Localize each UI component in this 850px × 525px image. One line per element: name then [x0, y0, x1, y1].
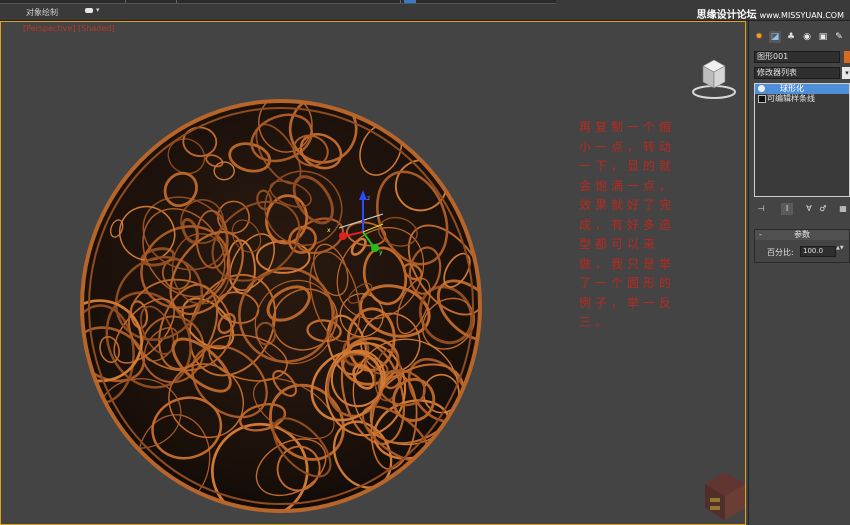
collapse-icon: -	[759, 230, 762, 239]
object-name-field[interactable]: 图形001	[754, 51, 840, 63]
object-paint-toggle[interactable]: ▾	[85, 6, 105, 15]
ribbon-active-marker	[404, 0, 416, 3]
ribbon-divider	[400, 0, 401, 3]
show-end-result-icon[interactable]: I	[781, 203, 793, 215]
modifier-list-dropdown[interactable]: 修改器列表	[754, 67, 840, 79]
rollout-header[interactable]: - 参数	[755, 230, 849, 240]
chevron-down-icon[interactable]: ▾	[842, 67, 850, 79]
spinner-icon[interactable]: ▲▼	[836, 246, 844, 257]
stack-item-label: 可编辑样条线	[767, 94, 815, 103]
modify-tab-icon[interactable]: ◪	[769, 31, 781, 43]
ribbon-divider	[125, 0, 126, 3]
svg-text:y: y	[379, 249, 383, 256]
wire-sphere-render	[80, 99, 482, 513]
expand-box-icon[interactable]	[758, 95, 766, 103]
stack-item-spherify[interactable]: 球形化	[755, 84, 849, 94]
stack-toolbar: ⊣ I ∀ ♂ ▦	[755, 203, 850, 215]
logo-watermark-icon	[705, 472, 745, 520]
parameters-rollout: - 参数 百分比: 100.0 ▲▼	[754, 229, 850, 263]
create-tab-sun-icon[interactable]: ✹	[753, 31, 765, 43]
display-tab-icon[interactable]: ▣	[817, 31, 829, 43]
configure-sets-icon[interactable]: ▦	[837, 203, 849, 215]
watermark-site-name: 思缘设计论坛	[696, 10, 757, 21]
ribbon-divider	[176, 0, 177, 3]
top-toolbar: 对象绘制 ▾ 思缘设计论坛 www.MISSYUAN.COM	[0, 0, 850, 21]
rollout-title: 参数	[794, 230, 810, 239]
remove-modifier-icon[interactable]: ♂	[817, 203, 829, 215]
ribbon-strip	[0, 0, 556, 4]
pin-stack-icon[interactable]: ⊣	[755, 203, 767, 215]
watermark-site-url: www.MISSYUAN.COM	[759, 11, 844, 20]
perspective-viewport[interactable]: [Perspective] [Shaded] x y z 再复制一个缩小一点，转…	[0, 21, 746, 525]
transform-gizmo[interactable]: x y z	[321, 190, 391, 280]
percent-input[interactable]: 100.0	[800, 246, 836, 257]
toggle-pill-icon	[85, 8, 93, 13]
object-color-swatch[interactable]	[844, 51, 850, 63]
viewport-label[interactable]: [Perspective] [Shaded]	[23, 24, 115, 33]
modifier-stack: 球形化 可编辑样条线	[754, 83, 850, 197]
hierarchy-tab-icon[interactable]: ♣	[785, 31, 797, 43]
utilities-tab-icon[interactable]: ✎	[833, 31, 845, 43]
svg-text:x: x	[327, 227, 331, 234]
svg-text:z: z	[367, 195, 370, 202]
make-unique-icon[interactable]: ∀	[803, 203, 815, 215]
motion-tab-icon[interactable]: ◉	[801, 31, 813, 43]
viewcube-icon[interactable]	[691, 52, 737, 102]
stack-item-label: 球形化	[780, 84, 804, 93]
object-paint-menu[interactable]: 对象绘制	[26, 7, 58, 18]
wire-sphere-model[interactable]	[79, 98, 483, 514]
chevron-down-icon: ▾	[96, 6, 100, 14]
site-watermark: 思缘设计论坛 www.MISSYUAN.COM	[697, 6, 844, 21]
command-panel: ✹ ◪ ♣ ◉ ▣ ✎ 图形001 修改器列表 ▾ 球形化 可编辑样条线 ⊣ I…	[748, 21, 850, 525]
percent-label: 百分比:	[767, 248, 794, 257]
command-panel-tabs: ✹ ◪ ♣ ◉ ▣ ✎	[753, 31, 850, 47]
tutorial-note: 再复制一个缩小一点，转动一下，显的就会饱满一点，效果就好了完成，有好多造型都可以…	[579, 120, 676, 329]
lightbulb-icon[interactable]	[758, 85, 765, 92]
stack-item-editable-spline[interactable]: 可编辑样条线	[755, 94, 849, 104]
